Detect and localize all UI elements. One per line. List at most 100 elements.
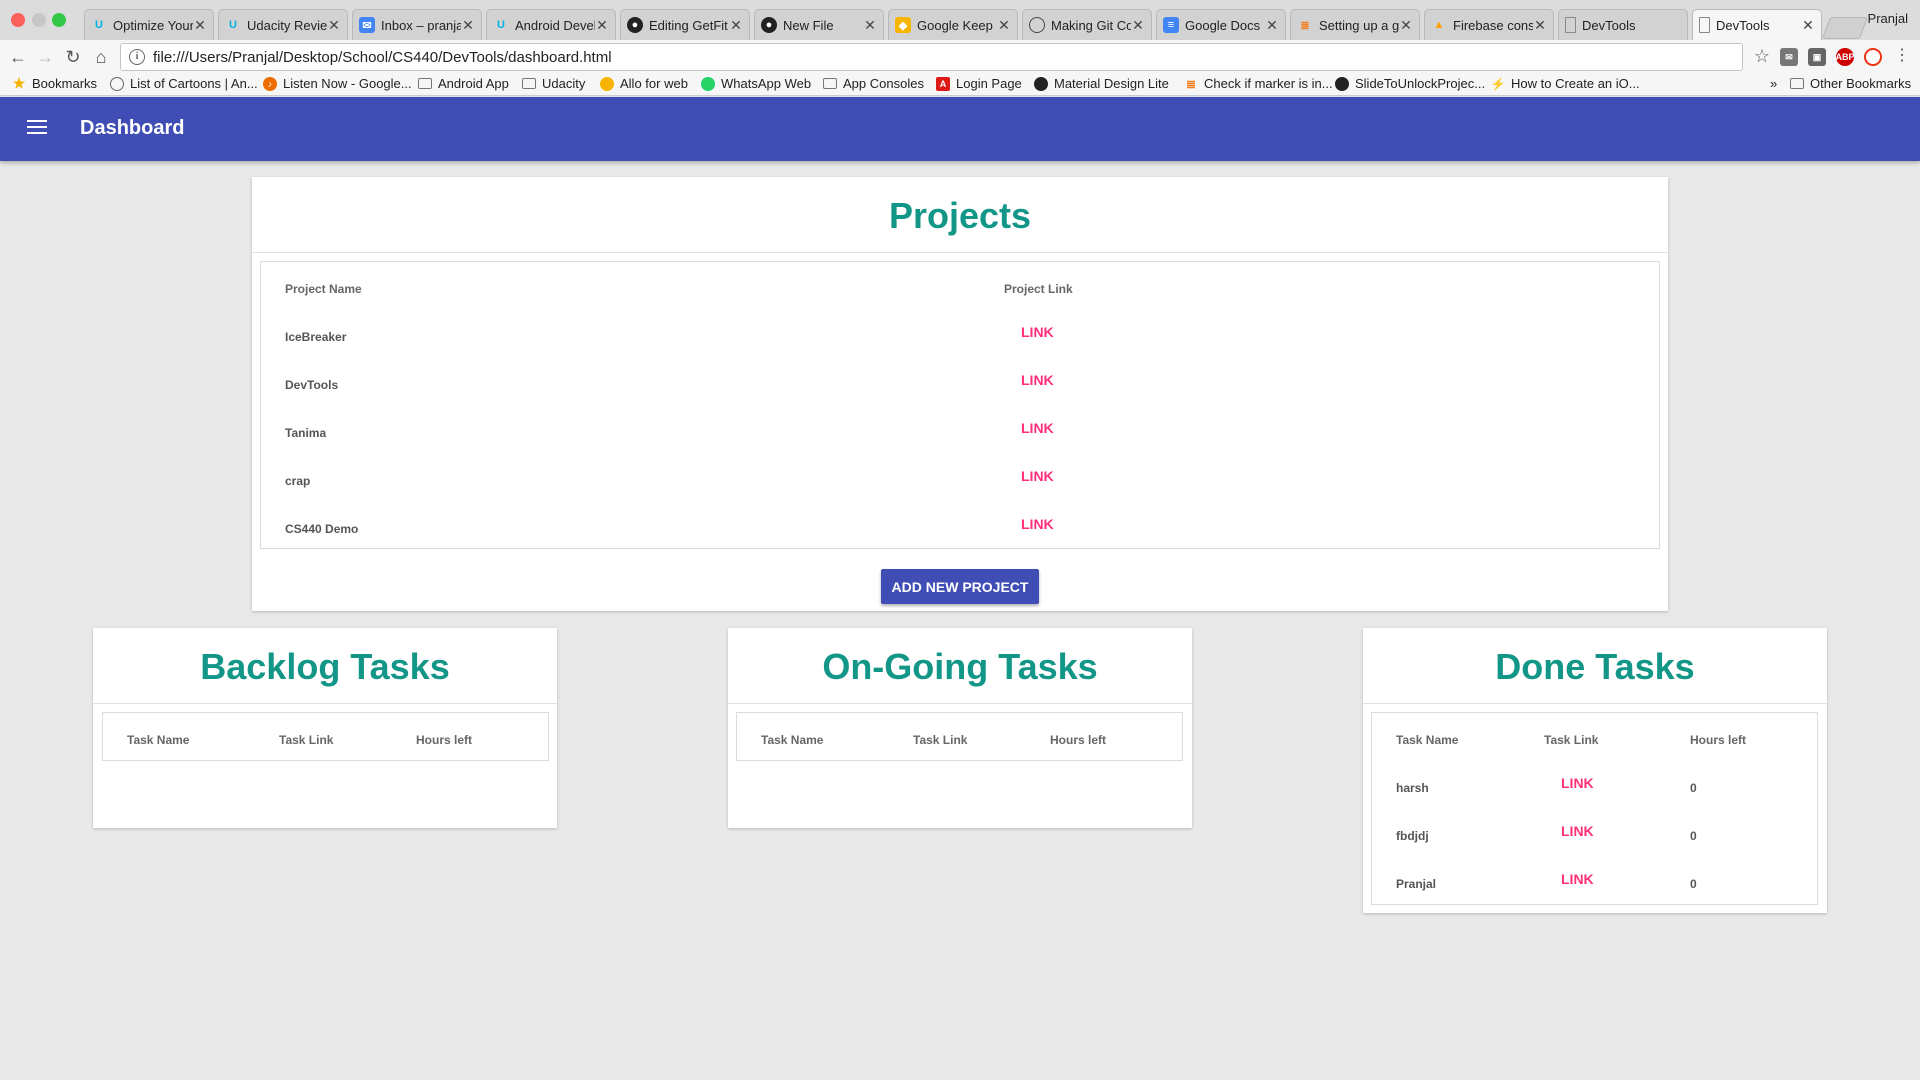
bookmark-label: Other Bookmarks <box>1810 76 1912 91</box>
browser-tab[interactable]: ● Editing GetFit ✕ <box>620 9 750 40</box>
address-bar[interactable]: i file:///Users/Pranjal/Desktop/School/C… <box>120 43 1743 71</box>
bookmark-item[interactable]: Android App <box>418 76 509 91</box>
browser-tab[interactable]: DevTools <box>1558 9 1688 40</box>
new-tab-button[interactable] <box>1821 17 1869 39</box>
tab-title: DevTools <box>1582 17 1636 33</box>
browser-tab[interactable]: ▲ Firebase cons ✕ <box>1424 9 1554 40</box>
task-name: fbdjdj <box>1396 829 1429 843</box>
minimize-window-button[interactable] <box>32 13 46 27</box>
folder-icon <box>418 78 432 89</box>
close-icon[interactable]: ✕ <box>863 17 877 34</box>
profile-name[interactable]: Pranjal <box>1868 11 1908 26</box>
task-link[interactable]: LINK <box>1561 775 1594 791</box>
browser-tab[interactable]: Making Git Co ✕ <box>1022 9 1152 40</box>
bookmark-item[interactable]: Material Design Lite <box>1034 76 1169 91</box>
hamburger-menu-icon[interactable] <box>27 120 47 136</box>
bookmark-item[interactable]: List of Cartoons | An... <box>110 76 258 91</box>
project-link[interactable]: LINK <box>1021 516 1054 532</box>
bookmark-item[interactable]: ⚡ How to Create an iO... <box>1491 76 1640 91</box>
hours-left: 0 <box>1690 829 1697 843</box>
project-link[interactable]: LINK <box>1021 372 1054 388</box>
bookmark-item[interactable]: Other Bookmarks <box>1790 76 1911 91</box>
bookmark-star-icon[interactable]: ☆ <box>1750 44 1774 68</box>
add-new-project-button[interactable]: ADD NEW PROJECT <box>881 569 1039 604</box>
close-icon[interactable]: ✕ <box>1131 17 1145 34</box>
reload-icon[interactable]: ↻ <box>61 45 85 69</box>
close-icon[interactable]: ✕ <box>327 17 341 34</box>
column-header-project-name: Project Name <box>285 282 362 296</box>
mail-extension-icon[interactable]: ✉ <box>1780 48 1798 66</box>
tab-title: Optimize Your <box>113 17 193 33</box>
browser-tab[interactable]: ● New File ✕ <box>754 9 884 40</box>
adblock-icon[interactable]: ABP <box>1836 48 1855 66</box>
more-menu-icon[interactable]: ⋮ <box>1890 44 1914 68</box>
inbox-icon: ✉ <box>359 17 375 33</box>
opera-icon[interactable] <box>1864 48 1882 66</box>
browser-tab-active[interactable]: DevTools ✕ <box>1692 9 1822 40</box>
close-icon[interactable]: ✕ <box>1533 17 1547 34</box>
project-link[interactable]: LINK <box>1021 468 1054 484</box>
project-name: DevTools <box>285 378 339 392</box>
bookmark-item[interactable]: A Login Page <box>936 76 1022 91</box>
close-icon[interactable]: ✕ <box>595 17 609 34</box>
tab-title: DevTools <box>1716 17 1770 33</box>
swift-icon: ⚡ <box>1490 76 1506 91</box>
url-text[interactable]: file:///Users/Pranjal/Desktop/School/CS4… <box>153 49 612 66</box>
bookmark-item[interactable]: Udacity <box>522 76 585 91</box>
bookmark-item[interactable]: Allo for web <box>600 76 688 91</box>
project-name: CS440 Demo <box>285 522 359 536</box>
task-link[interactable]: LINK <box>1561 871 1594 887</box>
close-icon[interactable]: ✕ <box>1265 17 1279 34</box>
ongoing-title: On-Going Tasks <box>822 646 1098 687</box>
project-link[interactable]: LINK <box>1021 420 1054 436</box>
bookmark-label: List of Cartoons | An... <box>130 76 258 91</box>
docs-icon: ≡ <box>1163 17 1179 33</box>
extension-icon[interactable]: ▣ <box>1808 48 1826 66</box>
bookmark-item[interactable]: App Consoles <box>823 76 924 91</box>
bookmark-item[interactable]: ★ Bookmarks <box>12 75 98 91</box>
github-icon <box>1335 76 1349 91</box>
forward-arrow-icon[interactable]: → <box>33 45 57 69</box>
tab-title: New File <box>783 17 834 33</box>
back-arrow-icon[interactable]: ← <box>6 45 30 69</box>
git-icon <box>1029 17 1045 33</box>
tab-title: Making Git Co <box>1051 17 1131 33</box>
close-icon[interactable]: ✕ <box>1801 17 1815 34</box>
maximize-window-button[interactable] <box>52 13 66 27</box>
bookmark-label: Allo for web <box>620 76 688 91</box>
bookmark-item[interactable]: ≣ Check if marker is in... <box>1184 76 1333 91</box>
close-icon[interactable]: ✕ <box>461 17 475 34</box>
info-icon[interactable]: i <box>129 49 145 65</box>
bookmark-label: Material Design Lite <box>1054 76 1169 91</box>
bookmark-item[interactable]: SlideToUnlockProjec... <box>1335 76 1485 91</box>
bookmark-item[interactable]: ♪ Listen Now - Google... <box>263 76 412 91</box>
close-icon[interactable]: ✕ <box>193 17 207 34</box>
bookmark-label: Udacity <box>542 76 586 91</box>
home-icon[interactable]: ⌂ <box>89 45 113 69</box>
bookmark-item[interactable]: WhatsApp Web <box>701 76 811 91</box>
bookmark-label: SlideToUnlockProjec... <box>1355 76 1486 91</box>
divider <box>728 703 1192 704</box>
close-icon[interactable]: ✕ <box>729 17 743 34</box>
close-icon[interactable]: ✕ <box>1399 17 1413 34</box>
bookmark-label: How to Create an iO... <box>1511 76 1640 91</box>
column-header-task-name: Task Name <box>1396 733 1459 747</box>
browser-tab[interactable]: ≡ Google Docs ✕ <box>1156 9 1286 40</box>
tab-title: Android Devel <box>515 17 595 33</box>
browser-tab[interactable]: U Udacity Review ✕ <box>218 9 348 40</box>
browser-tab[interactable]: ✉ Inbox – pranjal ✕ <box>352 9 482 40</box>
browser-tab[interactable]: U Android Devel ✕ <box>486 9 616 40</box>
project-link[interactable]: LINK <box>1021 324 1054 340</box>
browser-tab[interactable]: ≣ Setting up a g ✕ <box>1290 9 1420 40</box>
bookmarks-overflow[interactable]: » <box>1770 76 1777 91</box>
bookmark-label: Check if marker is in... <box>1204 76 1333 91</box>
task-link[interactable]: LINK <box>1561 823 1594 839</box>
browser-tab[interactable]: U Optimize Your ✕ <box>84 9 214 40</box>
bookmark-label: Bookmarks <box>32 76 98 91</box>
folder-icon <box>522 78 536 89</box>
tab-title: Udacity Review <box>247 17 327 33</box>
close-icon[interactable]: ✕ <box>997 17 1011 34</box>
folder-icon <box>823 78 837 89</box>
browser-tab[interactable]: ◆ Google Keep ✕ <box>888 9 1018 40</box>
close-window-button[interactable] <box>11 13 25 27</box>
